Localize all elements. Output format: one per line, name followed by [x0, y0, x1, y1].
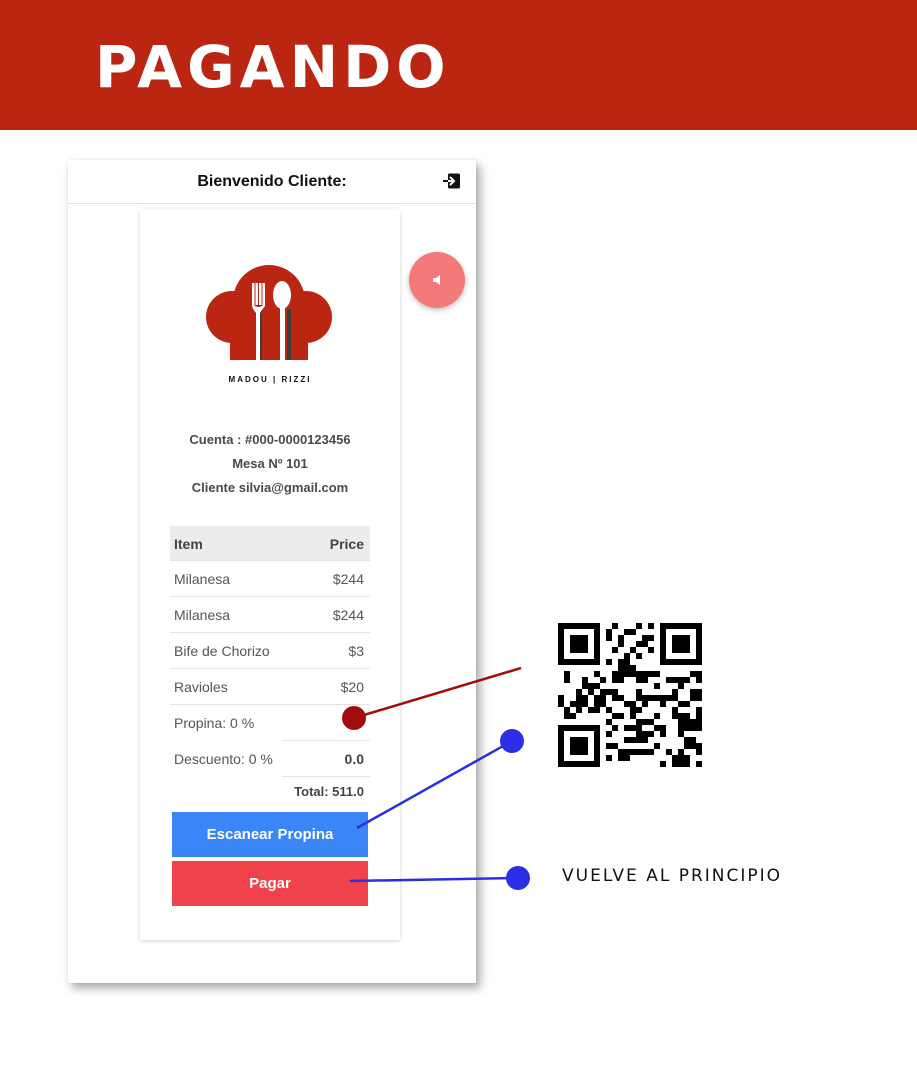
qr-code	[558, 623, 702, 767]
pay-pointer-line	[349, 876, 519, 883]
pay-pointer-dot	[506, 866, 530, 890]
scan-pointer-line	[356, 739, 513, 830]
back-to-start-label: VUELVE AL PRINCIPIO	[562, 866, 783, 886]
annotation-layer	[342, 666, 530, 890]
tip-pointer-line	[353, 666, 522, 720]
scan-pointer-dot	[500, 729, 524, 753]
tip-pointer-dot	[342, 706, 366, 730]
